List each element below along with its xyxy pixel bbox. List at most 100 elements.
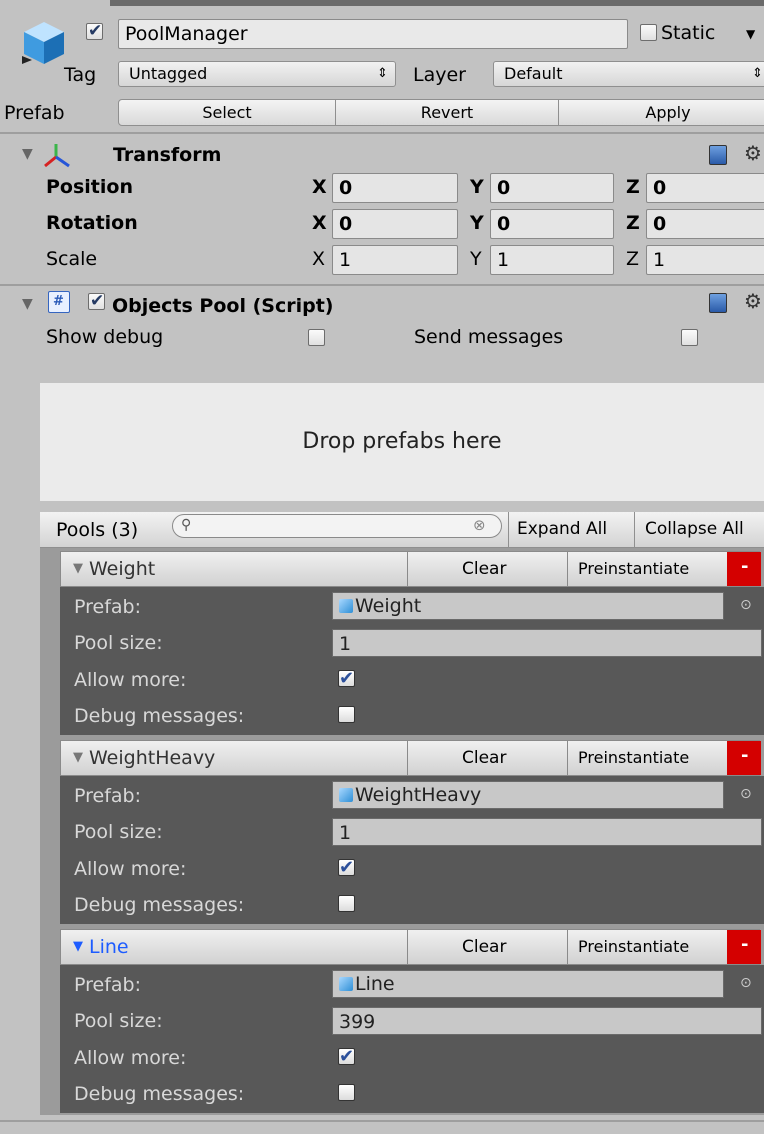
foldout-arrow-icon[interactable]: ▼ bbox=[73, 562, 83, 575]
prefab-cube-icon bbox=[339, 788, 353, 802]
z-label: Z bbox=[626, 176, 640, 198]
prefab-object-field[interactable]: Line bbox=[332, 970, 724, 998]
y-label: Y bbox=[470, 248, 482, 270]
pool-header-weight[interactable]: ▼ Weight Clear Preinstantiate - bbox=[60, 551, 761, 587]
rotation-label: Rotation bbox=[46, 212, 138, 234]
script-title: Objects Pool (Script) bbox=[112, 295, 334, 317]
static-dropdown-icon[interactable]: ▼ bbox=[746, 28, 755, 40]
expand-all-button[interactable]: Expand All bbox=[508, 512, 630, 548]
foldout-arrow-icon[interactable]: ▼ bbox=[22, 297, 33, 311]
pool-header-weightheavy[interactable]: ▼ WeightHeavy Clear Preinstantiate - bbox=[60, 740, 761, 776]
object-picker-icon[interactable]: ⊙ bbox=[740, 598, 752, 612]
position-y-field[interactable]: 0 bbox=[490, 173, 614, 203]
allow-more-label: Allow more: bbox=[74, 858, 187, 880]
csharp-script-icon: # bbox=[48, 291, 70, 313]
debug-messages-checkbox[interactable] bbox=[338, 1084, 355, 1101]
position-z-field[interactable]: 0 bbox=[646, 173, 764, 203]
remove-pool-button[interactable]: - bbox=[727, 552, 761, 586]
allow-more-checkbox[interactable] bbox=[338, 857, 355, 878]
preinstantiate-button[interactable]: Preinstantiate bbox=[567, 930, 727, 964]
debug-messages-label: Debug messages: bbox=[74, 705, 245, 727]
pool-header-line[interactable]: ▼ Line Clear Preinstantiate - bbox=[60, 929, 761, 965]
select-label: Select bbox=[202, 103, 252, 122]
preinstantiate-button[interactable]: Preinstantiate bbox=[567, 741, 727, 775]
layer-dropdown[interactable]: Default ⇕ bbox=[493, 61, 764, 87]
gameobject-cube-icon bbox=[22, 22, 64, 64]
script-enabled-checkbox[interactable] bbox=[88, 291, 105, 311]
pool-body-line: Prefab: Line ⊙ Pool size: 399 Allow more… bbox=[60, 965, 764, 1113]
foldout-arrow-icon[interactable]: ▼ bbox=[73, 751, 83, 764]
clear-button[interactable]: Clear bbox=[407, 741, 567, 775]
static-label: Static bbox=[661, 22, 716, 44]
help-book-icon[interactable] bbox=[709, 145, 727, 165]
scale-y-field[interactable]: 1 bbox=[490, 245, 614, 275]
y-label: Y bbox=[470, 176, 484, 198]
collapse-all-button[interactable]: Collapse All bbox=[634, 512, 764, 548]
z-label: Z bbox=[626, 248, 640, 270]
pool-body-weightheavy: Prefab: WeightHeavy ⊙ Pool size: 1 Allow… bbox=[60, 776, 764, 924]
allow-more-label: Allow more: bbox=[74, 669, 187, 691]
gear-icon[interactable]: ⚙ bbox=[744, 143, 762, 163]
rotation-z-field[interactable]: 0 bbox=[646, 209, 764, 239]
drop-prefabs-area[interactable]: Drop prefabs here bbox=[40, 383, 764, 501]
allow-more-checkbox[interactable] bbox=[338, 1046, 355, 1067]
prefab-cube-icon bbox=[339, 599, 353, 613]
active-checkbox[interactable] bbox=[86, 21, 103, 41]
scale-x-field[interactable]: 1 bbox=[332, 245, 458, 275]
drop-prefabs-text: Drop prefabs here bbox=[302, 429, 502, 454]
pool-name: WeightHeavy bbox=[89, 747, 216, 769]
static-checkbox[interactable] bbox=[640, 24, 657, 41]
prefab-object-field[interactable]: Weight bbox=[332, 592, 724, 620]
tag-dropdown[interactable]: Untagged ⇕ bbox=[118, 61, 396, 87]
allow-more-checkbox[interactable] bbox=[338, 668, 355, 689]
send-messages-checkbox[interactable] bbox=[681, 329, 698, 346]
debug-messages-checkbox[interactable] bbox=[338, 895, 355, 912]
prefab-revert-button[interactable]: Revert bbox=[335, 99, 559, 126]
tag-value: Untagged bbox=[129, 64, 208, 83]
rotation-y-field[interactable]: 0 bbox=[490, 209, 614, 239]
prefab-field-label: Prefab: bbox=[74, 596, 142, 618]
debug-messages-checkbox[interactable] bbox=[338, 706, 355, 723]
revert-label: Revert bbox=[420, 103, 474, 122]
rotation-x-field[interactable]: 0 bbox=[332, 209, 458, 239]
remove-pool-button[interactable]: - bbox=[727, 741, 761, 775]
clear-button[interactable]: Clear bbox=[407, 930, 567, 964]
separator bbox=[0, 1120, 764, 1122]
separator bbox=[0, 284, 764, 286]
send-messages-label: Send messages bbox=[414, 326, 564, 348]
pools-search-input[interactable]: ⚲ ⊗ bbox=[172, 514, 502, 538]
debug-messages-label: Debug messages: bbox=[74, 1083, 245, 1105]
show-debug-checkbox[interactable] bbox=[308, 329, 325, 346]
preinstantiate-button[interactable]: Preinstantiate bbox=[567, 552, 727, 586]
pool-size-label: Pool size: bbox=[74, 821, 163, 843]
prefab-field-label: Prefab: bbox=[74, 785, 142, 807]
layer-label: Layer bbox=[413, 64, 466, 86]
transform-title: Transform bbox=[113, 144, 222, 166]
pool-size-field[interactable]: 1 bbox=[332, 629, 762, 657]
prefab-label: Prefab bbox=[4, 102, 65, 124]
pool-size-field[interactable]: 399 bbox=[332, 1007, 762, 1035]
help-book-icon[interactable] bbox=[709, 293, 727, 313]
pool-size-field[interactable]: 1 bbox=[332, 818, 762, 846]
object-picker-icon[interactable]: ⊙ bbox=[740, 976, 752, 990]
position-label: Position bbox=[46, 176, 133, 198]
prefab-select-button[interactable]: Select bbox=[118, 99, 336, 126]
y-label: Y bbox=[470, 212, 484, 234]
prefab-apply-button[interactable]: Apply bbox=[558, 99, 764, 126]
foldout-arrow-icon[interactable]: ▼ bbox=[22, 147, 33, 161]
clear-search-icon[interactable]: ⊗ bbox=[473, 518, 486, 533]
gear-icon[interactable]: ⚙ bbox=[744, 291, 762, 311]
object-name-value: PoolManager bbox=[125, 23, 248, 45]
object-name-field[interactable]: PoolManager bbox=[118, 19, 628, 49]
scale-z-field[interactable]: 1 bbox=[646, 245, 764, 275]
object-picker-icon[interactable]: ⊙ bbox=[740, 787, 752, 801]
separator bbox=[0, 132, 764, 134]
prefab-object-field[interactable]: WeightHeavy bbox=[332, 781, 724, 809]
remove-pool-button[interactable]: - bbox=[727, 930, 761, 964]
updown-arrows-icon: ⇕ bbox=[377, 66, 388, 81]
scale-label: Scale bbox=[46, 248, 98, 270]
foldout-arrow-icon[interactable]: ▼ bbox=[73, 940, 83, 953]
clear-button[interactable]: Clear bbox=[407, 552, 567, 586]
apply-label: Apply bbox=[645, 103, 691, 122]
position-x-field[interactable]: 0 bbox=[332, 173, 458, 203]
